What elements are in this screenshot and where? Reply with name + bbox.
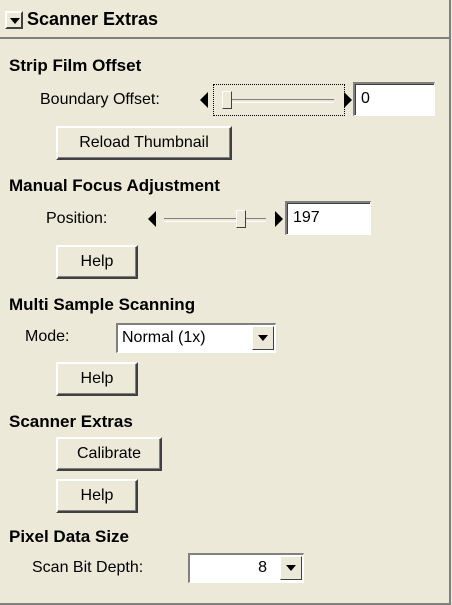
chevron-down-icon bbox=[10, 18, 20, 24]
dropdown-button[interactable] bbox=[252, 326, 274, 350]
panel-title: Scanner Extras bbox=[27, 9, 159, 29]
triangle-left-icon[interactable] bbox=[200, 92, 208, 108]
dropdown-button[interactable] bbox=[280, 556, 302, 580]
mode-select[interactable]: Normal (1x) bbox=[116, 323, 276, 353]
slider-track bbox=[164, 218, 266, 222]
mode-label: Mode: bbox=[25, 328, 70, 345]
focus-position-slider[interactable] bbox=[160, 204, 270, 234]
mode-select-value: Normal (1x) bbox=[122, 329, 206, 346]
scanner-extras-heading: Scanner Extras bbox=[9, 412, 133, 431]
manual-focus-heading: Manual Focus Adjustment bbox=[9, 176, 220, 195]
slider-thumb[interactable] bbox=[235, 210, 246, 228]
triangle-right-icon[interactable] bbox=[275, 211, 283, 227]
reload-thumbnail-button[interactable]: Reload Thumbnail bbox=[56, 126, 232, 160]
focus-position-input[interactable]: 197 bbox=[285, 201, 371, 235]
slider-thumb[interactable] bbox=[222, 91, 232, 109]
triangle-left-icon[interactable] bbox=[148, 211, 156, 227]
focus-help-button[interactable]: Help bbox=[56, 245, 138, 279]
triangle-right-icon[interactable] bbox=[344, 92, 352, 108]
multi-sample-help-button[interactable]: Help bbox=[56, 362, 138, 396]
scan-bit-depth-label: Scan Bit Depth: bbox=[32, 559, 144, 576]
boundary-offset-slider[interactable] bbox=[213, 84, 345, 116]
position-label: Position: bbox=[46, 210, 108, 227]
chevron-down-icon bbox=[258, 335, 268, 341]
panel-header: Scanner Extras bbox=[0, 0, 449, 39]
multi-sample-heading: Multi Sample Scanning bbox=[9, 295, 196, 314]
boundary-offset-label: Boundary Offset: bbox=[40, 91, 160, 108]
scanner-extras-help-button[interactable]: Help bbox=[56, 479, 138, 513]
strip-film-offset-heading: Strip Film Offset bbox=[9, 56, 142, 75]
slider-track bbox=[224, 99, 334, 103]
pixel-data-heading: Pixel Data Size bbox=[9, 527, 130, 546]
calibrate-button[interactable]: Calibrate bbox=[56, 437, 162, 471]
chevron-down-icon bbox=[286, 565, 296, 571]
scanner-extras-panel: Scanner Extras Strip Film Offset Boundar… bbox=[0, 0, 451, 605]
bit-depth-select[interactable]: 8 bbox=[188, 553, 304, 583]
collapse-button[interactable] bbox=[5, 11, 23, 29]
bit-depth-value: 8 bbox=[258, 559, 267, 576]
boundary-offset-input[interactable]: 0 bbox=[353, 82, 435, 116]
